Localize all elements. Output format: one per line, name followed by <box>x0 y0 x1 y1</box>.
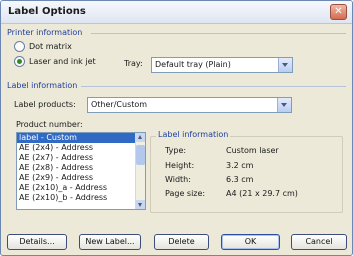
list-item[interactable]: AE (2x4) - Address <box>17 143 136 153</box>
height-key: Height: <box>165 161 195 170</box>
list-item[interactable]: label - Custom <box>17 133 136 143</box>
delete-button[interactable]: Delete <box>154 234 209 250</box>
list-scrollbar[interactable] <box>135 133 145 209</box>
radio-dot-matrix-indicator[interactable] <box>14 41 25 52</box>
chevron-down-icon[interactable] <box>277 98 291 112</box>
product-number-list[interactable]: label - Custom AE (2x4) - Address AE (2x… <box>16 132 146 210</box>
scroll-up-icon[interactable] <box>136 133 145 142</box>
label-info-heading: Label information <box>7 81 78 90</box>
printer-info-divider <box>91 33 346 34</box>
radio-dot-matrix-label: Dot matrix <box>29 42 72 51</box>
label-products-label: Label products: <box>14 100 76 109</box>
label-details-heading: Label information <box>156 130 231 139</box>
title-bar: Label Options ✕ <box>1 1 352 24</box>
scroll-down-icon[interactable] <box>136 200 145 209</box>
radio-laser-ink-jet-label: Laser and ink jet <box>29 57 96 66</box>
radio-dot-matrix[interactable]: Dot matrix <box>14 41 72 52</box>
tray-select-value: Default tray (Plain) <box>155 60 231 69</box>
label-products-value: Other/Custom <box>91 100 148 109</box>
list-item[interactable]: AE (2x7) - Address <box>17 153 136 163</box>
list-item[interactable]: AE (2x10)_a - Address <box>17 183 136 193</box>
radio-laser-ink-jet-indicator[interactable] <box>14 56 25 67</box>
width-key: Width: <box>165 175 191 184</box>
cancel-button[interactable]: Cancel <box>291 234 347 250</box>
list-item[interactable]: AE (2x9) - Address <box>17 173 136 183</box>
height-value: 3.2 cm <box>226 161 254 170</box>
scroll-thumb[interactable] <box>136 145 145 165</box>
dialog-title: Label Options <box>8 6 86 17</box>
list-item[interactable]: AE (2x8) - Address <box>17 163 136 173</box>
close-icon: ✕ <box>334 6 343 17</box>
list-item[interactable]: AE (2x10)_b - Address <box>17 193 136 203</box>
tray-select[interactable]: Default tray (Plain) <box>151 57 293 73</box>
label-products-select[interactable]: Other/Custom <box>87 97 292 113</box>
product-number-label: Product number: <box>16 120 83 129</box>
label-info-divider <box>81 86 346 87</box>
label-options-dialog: Label Options ✕ Printer information Dot … <box>0 0 353 256</box>
printer-info-heading: Printer information <box>7 28 83 37</box>
type-value: Custom laser <box>226 146 279 155</box>
tray-label: Tray: <box>124 59 143 68</box>
page-size-key: Page size: <box>165 189 206 198</box>
type-key: Type: <box>165 146 187 155</box>
width-value: 6.3 cm <box>226 175 254 184</box>
page-size-value: A4 (21 x 29.7 cm) <box>226 189 298 198</box>
radio-laser-ink-jet[interactable]: Laser and ink jet <box>14 56 96 67</box>
ok-button[interactable]: OK <box>221 234 280 250</box>
new-label-button[interactable]: New Label... <box>79 234 141 250</box>
details-button[interactable]: Details... <box>7 234 67 250</box>
close-button[interactable]: ✕ <box>330 4 347 20</box>
chevron-down-icon[interactable] <box>278 58 292 72</box>
